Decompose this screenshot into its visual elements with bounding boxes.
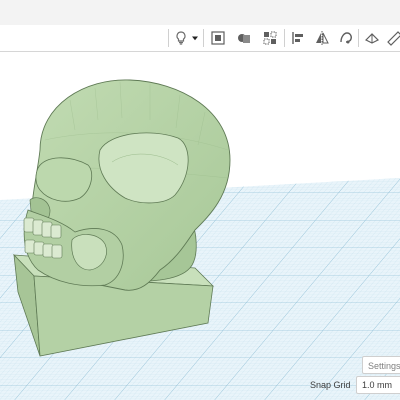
align-left-icon[interactable]: [288, 28, 308, 48]
top-strip: [0, 0, 400, 25]
snap-grid-select[interactable]: 1.0 mm: [356, 376, 400, 394]
workplane-icon[interactable]: [362, 28, 382, 48]
ruler-icon[interactable]: [384, 28, 400, 48]
cruise-icon[interactable]: [336, 28, 356, 48]
toolbar-separator: [284, 29, 285, 47]
skull-eye-socket-left: [35, 157, 93, 202]
ungroup-icon[interactable]: [234, 28, 254, 48]
lightbulb-icon[interactable]: [171, 28, 191, 48]
viewport-3d[interactable]: [0, 52, 400, 400]
toolbar-separator: [203, 29, 204, 47]
dropdown-arrow-icon[interactable]: [189, 28, 201, 48]
snap-grid-label: Snap Grid: [310, 380, 351, 390]
mirror-icon[interactable]: [312, 28, 332, 48]
group-icon[interactable]: [208, 28, 228, 48]
toolbar-separator: [168, 29, 169, 47]
settings-button[interactable]: Settings: [362, 356, 400, 374]
toolbar: [0, 25, 400, 52]
toolbar-separator: [358, 29, 359, 47]
align-icon[interactable]: [260, 28, 280, 48]
